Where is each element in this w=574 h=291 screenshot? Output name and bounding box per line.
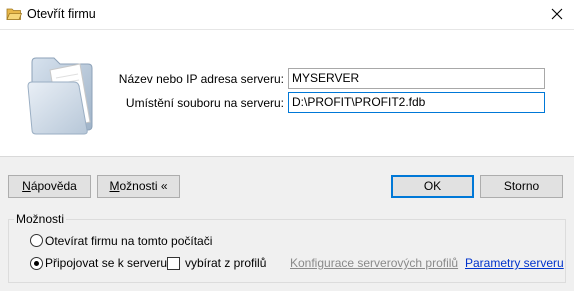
radio-open-local-label[interactable]: Otevírat firmu na tomto počítači [45, 234, 212, 248]
profile-checkbox-label[interactable]: vybírat z profilů [185, 256, 266, 270]
server-parameters-link[interactable]: Parametry serveru [465, 256, 564, 270]
options-group [8, 219, 566, 283]
server-profiles-config-link: Konfigurace serverových profilů [290, 256, 459, 270]
server-label: Název nebo IP adresa serveru: [118, 72, 284, 86]
close-button[interactable] [540, 0, 574, 29]
folder-icon [22, 48, 102, 140]
radio-selected-dot [34, 261, 39, 266]
path-input[interactable]: D:\PROFIT\PROFIT2.fdb [288, 92, 545, 113]
server-input[interactable]: MYSERVER [288, 68, 545, 89]
radio-connect-server-label[interactable]: Připojovat se k serveru [45, 256, 167, 270]
options-mnemonic: M [109, 179, 120, 193]
title-bar: Otevřít firmu [0, 0, 574, 30]
help-label: ápověda [30, 179, 77, 193]
close-icon [551, 8, 563, 20]
ok-button[interactable]: OK [391, 175, 474, 198]
options-group-title: Možnosti [14, 212, 67, 226]
help-mnemonic: N [22, 179, 31, 193]
path-label: Umístění souboru na serveru: [125, 96, 284, 110]
radio-open-local[interactable] [30, 234, 43, 247]
radio-connect-server[interactable] [30, 257, 43, 270]
window-title: Otevřít firmu [27, 7, 96, 21]
help-button[interactable]: Nápověda [8, 175, 91, 198]
options-button[interactable]: Možnosti « [97, 175, 180, 198]
options-label: ožnosti « [119, 179, 168, 193]
folder-open-icon [6, 7, 23, 21]
profile-checkbox[interactable] [167, 257, 180, 270]
cancel-button[interactable]: Storno [480, 175, 563, 198]
